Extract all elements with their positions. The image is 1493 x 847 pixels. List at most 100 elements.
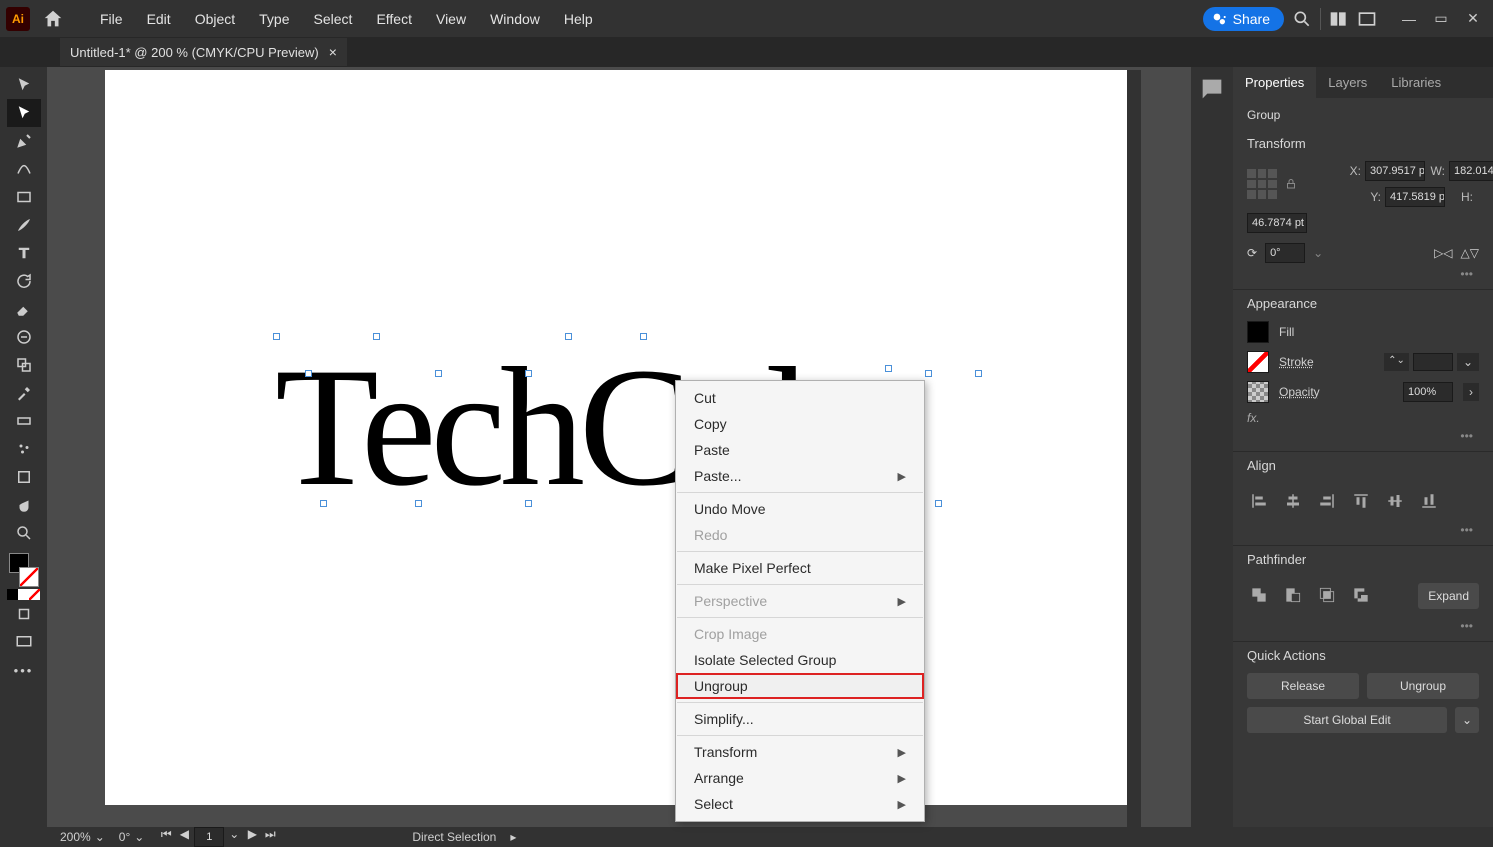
- menu-edit[interactable]: Edit: [135, 11, 183, 27]
- zoom-tool[interactable]: [7, 519, 41, 547]
- maximize-button[interactable]: ▭: [1427, 10, 1455, 28]
- pf-exclude-icon[interactable]: [1349, 583, 1373, 607]
- zoom-field[interactable]: 200% ⌄: [60, 830, 105, 844]
- ctx-simplify[interactable]: Simplify...: [676, 706, 924, 732]
- align-hcenter-icon[interactable]: [1281, 489, 1305, 513]
- global-edit-button[interactable]: Start Global Edit: [1247, 707, 1447, 733]
- close-tab-icon[interactable]: ×: [329, 44, 337, 60]
- stroke-swatch[interactable]: [19, 567, 39, 587]
- pf-intersect-icon[interactable]: [1315, 583, 1339, 607]
- minimize-button[interactable]: —: [1395, 10, 1423, 28]
- anchor-point[interactable]: [640, 333, 647, 340]
- ctx-paste-submenu[interactable]: Paste...▶: [676, 463, 924, 489]
- edit-toolbar-icon[interactable]: •••: [7, 656, 41, 684]
- first-artboard-icon[interactable]: ⏮: [158, 827, 174, 847]
- ctx-select[interactable]: Select▶: [676, 791, 924, 817]
- align-bottom-icon[interactable]: [1417, 489, 1441, 513]
- fill-color-swatch[interactable]: [1247, 321, 1269, 343]
- more-options-icon[interactable]: •••: [1247, 263, 1479, 285]
- next-artboard-icon[interactable]: ▶: [244, 827, 260, 847]
- anchor-point[interactable]: [885, 365, 892, 372]
- more-options-icon[interactable]: •••: [1247, 519, 1479, 541]
- eyedropper-tool[interactable]: [7, 379, 41, 407]
- artboard-tool[interactable]: [7, 463, 41, 491]
- menu-object[interactable]: Object: [183, 11, 247, 27]
- ctx-cut[interactable]: Cut: [676, 385, 924, 411]
- ctx-copy[interactable]: Copy: [676, 411, 924, 437]
- h-field[interactable]: 46.7874 pt: [1247, 213, 1307, 233]
- stroke-color-swatch[interactable]: [1247, 351, 1269, 373]
- tab-libraries[interactable]: Libraries: [1379, 67, 1453, 98]
- fx-icon[interactable]: fx.: [1247, 411, 1479, 425]
- artboard[interactable]: TechCult Cut Copy Paste Paste...▶: [105, 70, 1127, 805]
- canvas-area[interactable]: TechCult Cut Copy Paste Paste...▶: [47, 67, 1191, 827]
- share-button[interactable]: Share: [1203, 7, 1284, 31]
- ctx-arrange[interactable]: Arrange▶: [676, 765, 924, 791]
- opacity-dropdown-icon[interactable]: ›: [1463, 383, 1479, 401]
- menu-effect[interactable]: Effect: [364, 11, 424, 27]
- anchor-point[interactable]: [935, 500, 942, 507]
- ctx-undo[interactable]: Undo Move: [676, 496, 924, 522]
- pf-minus-front-icon[interactable]: [1281, 583, 1305, 607]
- stroke-dropdown-icon[interactable]: ⌄: [1457, 353, 1479, 371]
- opacity-swatch[interactable]: [1247, 381, 1269, 403]
- rectangle-tool[interactable]: [7, 183, 41, 211]
- anchor-point[interactable]: [975, 370, 982, 377]
- last-artboard-icon[interactable]: ⏭: [262, 827, 278, 847]
- vertical-scrollbar[interactable]: [1127, 70, 1141, 827]
- direct-selection-tool[interactable]: [7, 99, 41, 127]
- prev-artboard-icon[interactable]: ◀: [176, 827, 192, 847]
- align-vcenter-icon[interactable]: [1383, 489, 1407, 513]
- gradient-tool[interactable]: [7, 407, 41, 435]
- flip-vertical-icon[interactable]: △▽: [1461, 246, 1479, 260]
- rotate-field[interactable]: 0°: [1265, 243, 1305, 263]
- menu-view[interactable]: View: [424, 11, 478, 27]
- hand-tool[interactable]: [7, 491, 41, 519]
- w-field[interactable]: 182.0146 pt: [1449, 161, 1493, 181]
- opacity-field[interactable]: 100%: [1403, 382, 1453, 402]
- anchor-point[interactable]: [525, 500, 532, 507]
- rotate-view-field[interactable]: 0° ⌄: [119, 830, 145, 844]
- pf-unite-icon[interactable]: [1247, 583, 1271, 607]
- menu-file[interactable]: File: [88, 11, 135, 27]
- stroke-weight-stepper[interactable]: ⌃⌄: [1384, 353, 1409, 371]
- eraser-tool[interactable]: [7, 295, 41, 323]
- ungroup-button[interactable]: Ungroup: [1367, 673, 1479, 699]
- flip-horizontal-icon[interactable]: ▷◁: [1434, 246, 1452, 260]
- more-options-icon[interactable]: •••: [1247, 425, 1479, 447]
- anchor-point[interactable]: [565, 333, 572, 340]
- menu-window[interactable]: Window: [478, 11, 552, 27]
- reference-point-widget[interactable]: [1247, 169, 1277, 199]
- tab-layers[interactable]: Layers: [1316, 67, 1379, 98]
- paintbrush-tool[interactable]: [7, 211, 41, 239]
- stroke-weight-field[interactable]: [1413, 353, 1453, 371]
- document-tab[interactable]: Untitled-1* @ 200 % (CMYK/CPU Preview) ×: [60, 38, 347, 66]
- arrange-docs2-icon[interactable]: [1357, 9, 1377, 29]
- anchor-point[interactable]: [525, 370, 532, 377]
- anchor-point[interactable]: [435, 370, 442, 377]
- align-right-icon[interactable]: [1315, 489, 1339, 513]
- lock-proportions-icon[interactable]: [1285, 177, 1297, 191]
- anchor-point[interactable]: [925, 370, 932, 377]
- home-icon[interactable]: [42, 8, 64, 30]
- selection-tool[interactable]: [7, 71, 41, 99]
- symbol-sprayer-tool[interactable]: [7, 435, 41, 463]
- type-tool[interactable]: [7, 239, 41, 267]
- comments-icon[interactable]: [1198, 75, 1226, 103]
- fill-stroke-swatch[interactable]: [7, 553, 41, 587]
- anchor-point[interactable]: [320, 500, 327, 507]
- pf-expand-button[interactable]: Expand: [1418, 583, 1479, 609]
- anchor-point[interactable]: [373, 333, 380, 340]
- draw-mode-icon[interactable]: [7, 600, 41, 628]
- ctx-isolate[interactable]: Isolate Selected Group: [676, 647, 924, 673]
- ctx-pixel-perfect[interactable]: Make Pixel Perfect: [676, 555, 924, 581]
- release-button[interactable]: Release: [1247, 673, 1359, 699]
- tool-dropdown-icon[interactable]: ▸: [510, 830, 516, 844]
- artboard-dropdown-icon[interactable]: ⌄: [226, 827, 242, 847]
- anchor-point[interactable]: [415, 500, 422, 507]
- width-tool[interactable]: [7, 323, 41, 351]
- menu-type[interactable]: Type: [247, 11, 301, 27]
- align-top-icon[interactable]: [1349, 489, 1373, 513]
- rotate-dropdown-icon[interactable]: ⌄: [1313, 246, 1323, 260]
- search-icon[interactable]: [1292, 9, 1312, 29]
